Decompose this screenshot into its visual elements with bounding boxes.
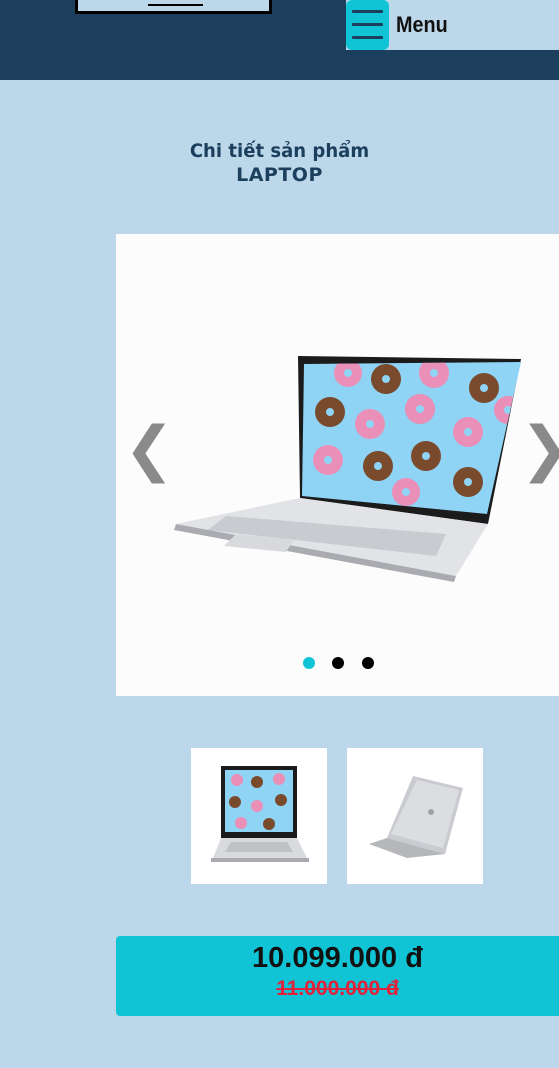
hamburger-icon xyxy=(352,23,383,26)
chevron-right-icon: ❯ xyxy=(520,414,559,484)
menu-label[interactable]: Menu xyxy=(396,12,448,38)
logo[interactable] xyxy=(75,0,272,14)
thumbnail-image-back xyxy=(369,776,463,858)
logo-line xyxy=(148,4,203,6)
price-box: 10.099.000 đ 11.000.000 đ xyxy=(116,936,559,1016)
thumbnail-image-front xyxy=(211,766,309,862)
current-price: 10.099.000 đ xyxy=(252,942,423,974)
carousel-indicators xyxy=(116,657,559,671)
original-price: 11.000.000 đ xyxy=(276,977,399,1000)
hamburger-icon xyxy=(352,36,383,39)
carousel-dot-2[interactable] xyxy=(332,657,344,669)
hamburger-icon xyxy=(352,10,383,13)
chevron-left-icon: ❮ xyxy=(124,414,175,484)
thumbnail-1[interactable] xyxy=(191,748,327,884)
page-heading: Chi tiết sản phẩm LAPTOP xyxy=(0,140,559,188)
page-title: LAPTOP xyxy=(236,164,323,186)
carousel-dot-1[interactable] xyxy=(303,657,315,669)
carousel-next-button[interactable]: ❯ xyxy=(520,419,559,479)
carousel-prev-button[interactable]: ❮ xyxy=(124,419,174,479)
product-image-laptop-front xyxy=(174,356,521,582)
hamburger-menu-button[interactable] xyxy=(346,0,389,50)
thumbnail-2[interactable] xyxy=(347,748,483,884)
menu-bar: Menu xyxy=(346,0,559,50)
site-header: Menu xyxy=(0,0,559,80)
product-carousel: ❮ ❯ xyxy=(116,234,559,696)
page-subtitle: Chi tiết sản phẩm xyxy=(189,140,370,162)
logo-inner xyxy=(78,0,269,11)
carousel-dot-3[interactable] xyxy=(362,657,374,669)
